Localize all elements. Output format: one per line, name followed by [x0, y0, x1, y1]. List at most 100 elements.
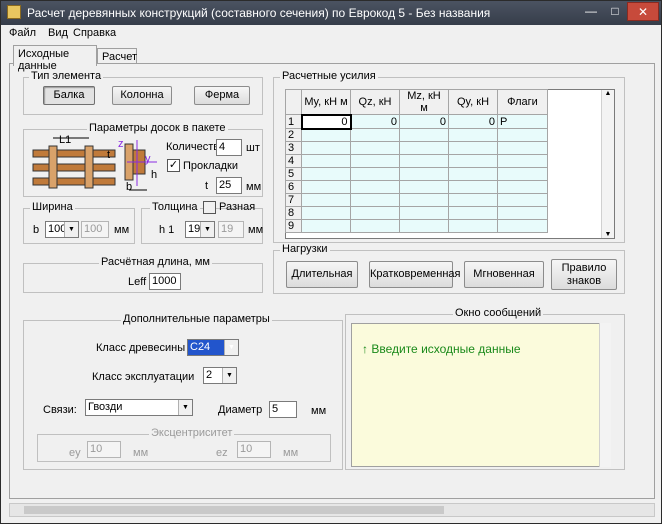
- quantity-unit: шт: [246, 142, 260, 154]
- menu-help[interactable]: Справка: [73, 27, 116, 39]
- width-title: Ширина: [30, 201, 75, 213]
- sign-rule-button[interactable]: Правило знаков: [551, 259, 617, 290]
- header-my: My, кН м: [301, 89, 351, 115]
- ez-label: ez: [216, 447, 228, 459]
- instant-button[interactable]: Мгновенная: [464, 261, 544, 288]
- table-row: 4: [285, 154, 548, 168]
- maximize-button[interactable]: □: [603, 2, 627, 21]
- boards-title: Параметры досок в пакете: [87, 122, 228, 134]
- t-unit: мм: [246, 181, 262, 193]
- table-row: 8: [285, 206, 548, 220]
- varied-label: Разная: [219, 201, 256, 213]
- window-title: Расчет деревянных конструкций (составног…: [27, 6, 491, 20]
- diagram-l1-label: L1: [59, 134, 72, 146]
- table-row: 5: [285, 167, 548, 181]
- table-row: 10000P: [285, 113, 548, 130]
- diagram-h-label: h: [151, 169, 158, 181]
- h1-unit: мм: [248, 224, 264, 236]
- b-input-disabled: 100: [81, 221, 109, 238]
- minimize-button[interactable]: —: [579, 2, 603, 21]
- header-qy: Qy, кН: [448, 89, 498, 115]
- messages-scrollbar[interactable]: [599, 323, 611, 467]
- scrollbar-thumb[interactable]: [24, 506, 444, 514]
- scroll-down-icon[interactable]: ▼: [602, 231, 614, 238]
- h1-select[interactable]: 19 ▼: [185, 221, 215, 238]
- t-label: t: [205, 180, 209, 192]
- diameter-label: Диаметр: [218, 404, 263, 416]
- messages-title: Окно сообщений: [453, 307, 544, 319]
- links-select[interactable]: Гвозди ▼: [85, 399, 193, 416]
- header-mz: Mz, кН м: [399, 89, 449, 115]
- wood-class-label: Класс древесины: [96, 342, 186, 354]
- menu-view[interactable]: Вид: [48, 27, 68, 39]
- loads-title: Нагрузки: [280, 243, 330, 255]
- table-row: 2: [285, 128, 548, 142]
- scroll-up-icon[interactable]: ▲: [602, 90, 614, 97]
- service-class-value: 2: [206, 369, 213, 381]
- short-term-button[interactable]: Кратковременная: [369, 261, 460, 288]
- long-term-button[interactable]: Длительная: [286, 261, 358, 288]
- chevron-down-icon: ▼: [64, 222, 78, 237]
- ey-label: ey: [69, 447, 81, 459]
- diameter-unit: мм: [311, 405, 327, 417]
- links-value: Гвозди: [88, 401, 123, 413]
- wood-class-select[interactable]: C24 ▼: [187, 339, 239, 356]
- truss-button[interactable]: Ферма: [194, 86, 250, 105]
- chevron-down-icon: ▼: [200, 222, 214, 237]
- ey-input: 10: [87, 441, 121, 458]
- board-section-diagram: [32, 137, 157, 191]
- header-qz: Qz, кН: [350, 89, 400, 115]
- varied-checkbox[interactable]: [203, 201, 216, 214]
- b-select[interactable]: 100 ▼: [45, 221, 79, 238]
- ey-unit: мм: [133, 447, 149, 459]
- b-label: b: [33, 224, 40, 236]
- diagram-b-label: b: [126, 181, 133, 193]
- length-title: Расчётная длина, мм: [99, 256, 212, 268]
- menu-file[interactable]: Файл: [9, 27, 36, 39]
- horizontal-scrollbar[interactable]: [9, 503, 655, 517]
- service-class-select[interactable]: 2 ▼: [203, 367, 237, 384]
- beam-button[interactable]: Балка: [43, 86, 95, 105]
- menu-bar: Файл Вид Справка: [1, 25, 661, 43]
- spacers-checkbox[interactable]: ✓: [167, 159, 180, 172]
- column-button[interactable]: Колонна: [112, 86, 172, 105]
- ez-unit: мм: [283, 447, 299, 459]
- corner-cell: [285, 89, 302, 115]
- wood-class-value: C24: [190, 341, 211, 353]
- b-unit: мм: [114, 224, 130, 236]
- service-class-label: Класс эксплуатации: [92, 371, 195, 383]
- tab-input-data[interactable]: Исходные данные: [13, 45, 97, 72]
- forces-table: My, кН м Qz, кН Mz, кН м Qy, кН Флаги 10…: [285, 89, 548, 233]
- t-input[interactable]: 25: [216, 177, 242, 194]
- extra-params-title: Дополнительные параметры: [121, 313, 272, 325]
- h1-input-disabled: 19: [218, 221, 244, 238]
- app-icon: [7, 5, 21, 19]
- table-row: 3: [285, 141, 548, 155]
- chevron-down-icon: ▼: [178, 400, 192, 415]
- h1-label: h 1: [159, 224, 175, 236]
- leff-input[interactable]: 1000: [149, 273, 181, 290]
- messages-box: ↑ Введите исходные данные: [351, 323, 611, 467]
- diagram-z-label: z: [118, 138, 124, 150]
- message-text: ↑ Введите исходные данные: [362, 342, 521, 356]
- table-row: 9: [285, 219, 548, 233]
- table-row: 7: [285, 193, 548, 207]
- quantity-input[interactable]: 4: [216, 139, 242, 156]
- title-bar: Расчет деревянных конструкций (составног…: [1, 1, 661, 25]
- chevron-down-icon: ▼: [224, 340, 238, 355]
- eccentricity-title: Эксцентриситет: [149, 427, 235, 439]
- forces-title: Расчетные усилия: [280, 70, 378, 82]
- diameter-input[interactable]: 5: [269, 401, 297, 418]
- ez-input: 10: [237, 441, 271, 458]
- chevron-down-icon: ▼: [222, 368, 236, 383]
- forces-scrollbar[interactable]: ▲ ▼: [601, 90, 614, 238]
- diagram-t-label: t: [107, 149, 111, 161]
- links-label: Связи:: [43, 404, 77, 416]
- h1-select-value: 19: [188, 223, 201, 235]
- close-button[interactable]: ✕: [627, 2, 659, 21]
- diagram-y-label: y: [145, 153, 151, 165]
- header-flags: Флаги: [497, 89, 548, 115]
- thickness-title: Толщина: [150, 201, 200, 213]
- leff-label: Leff: [128, 276, 147, 288]
- main-window: Расчет деревянных конструкций (составног…: [0, 0, 662, 524]
